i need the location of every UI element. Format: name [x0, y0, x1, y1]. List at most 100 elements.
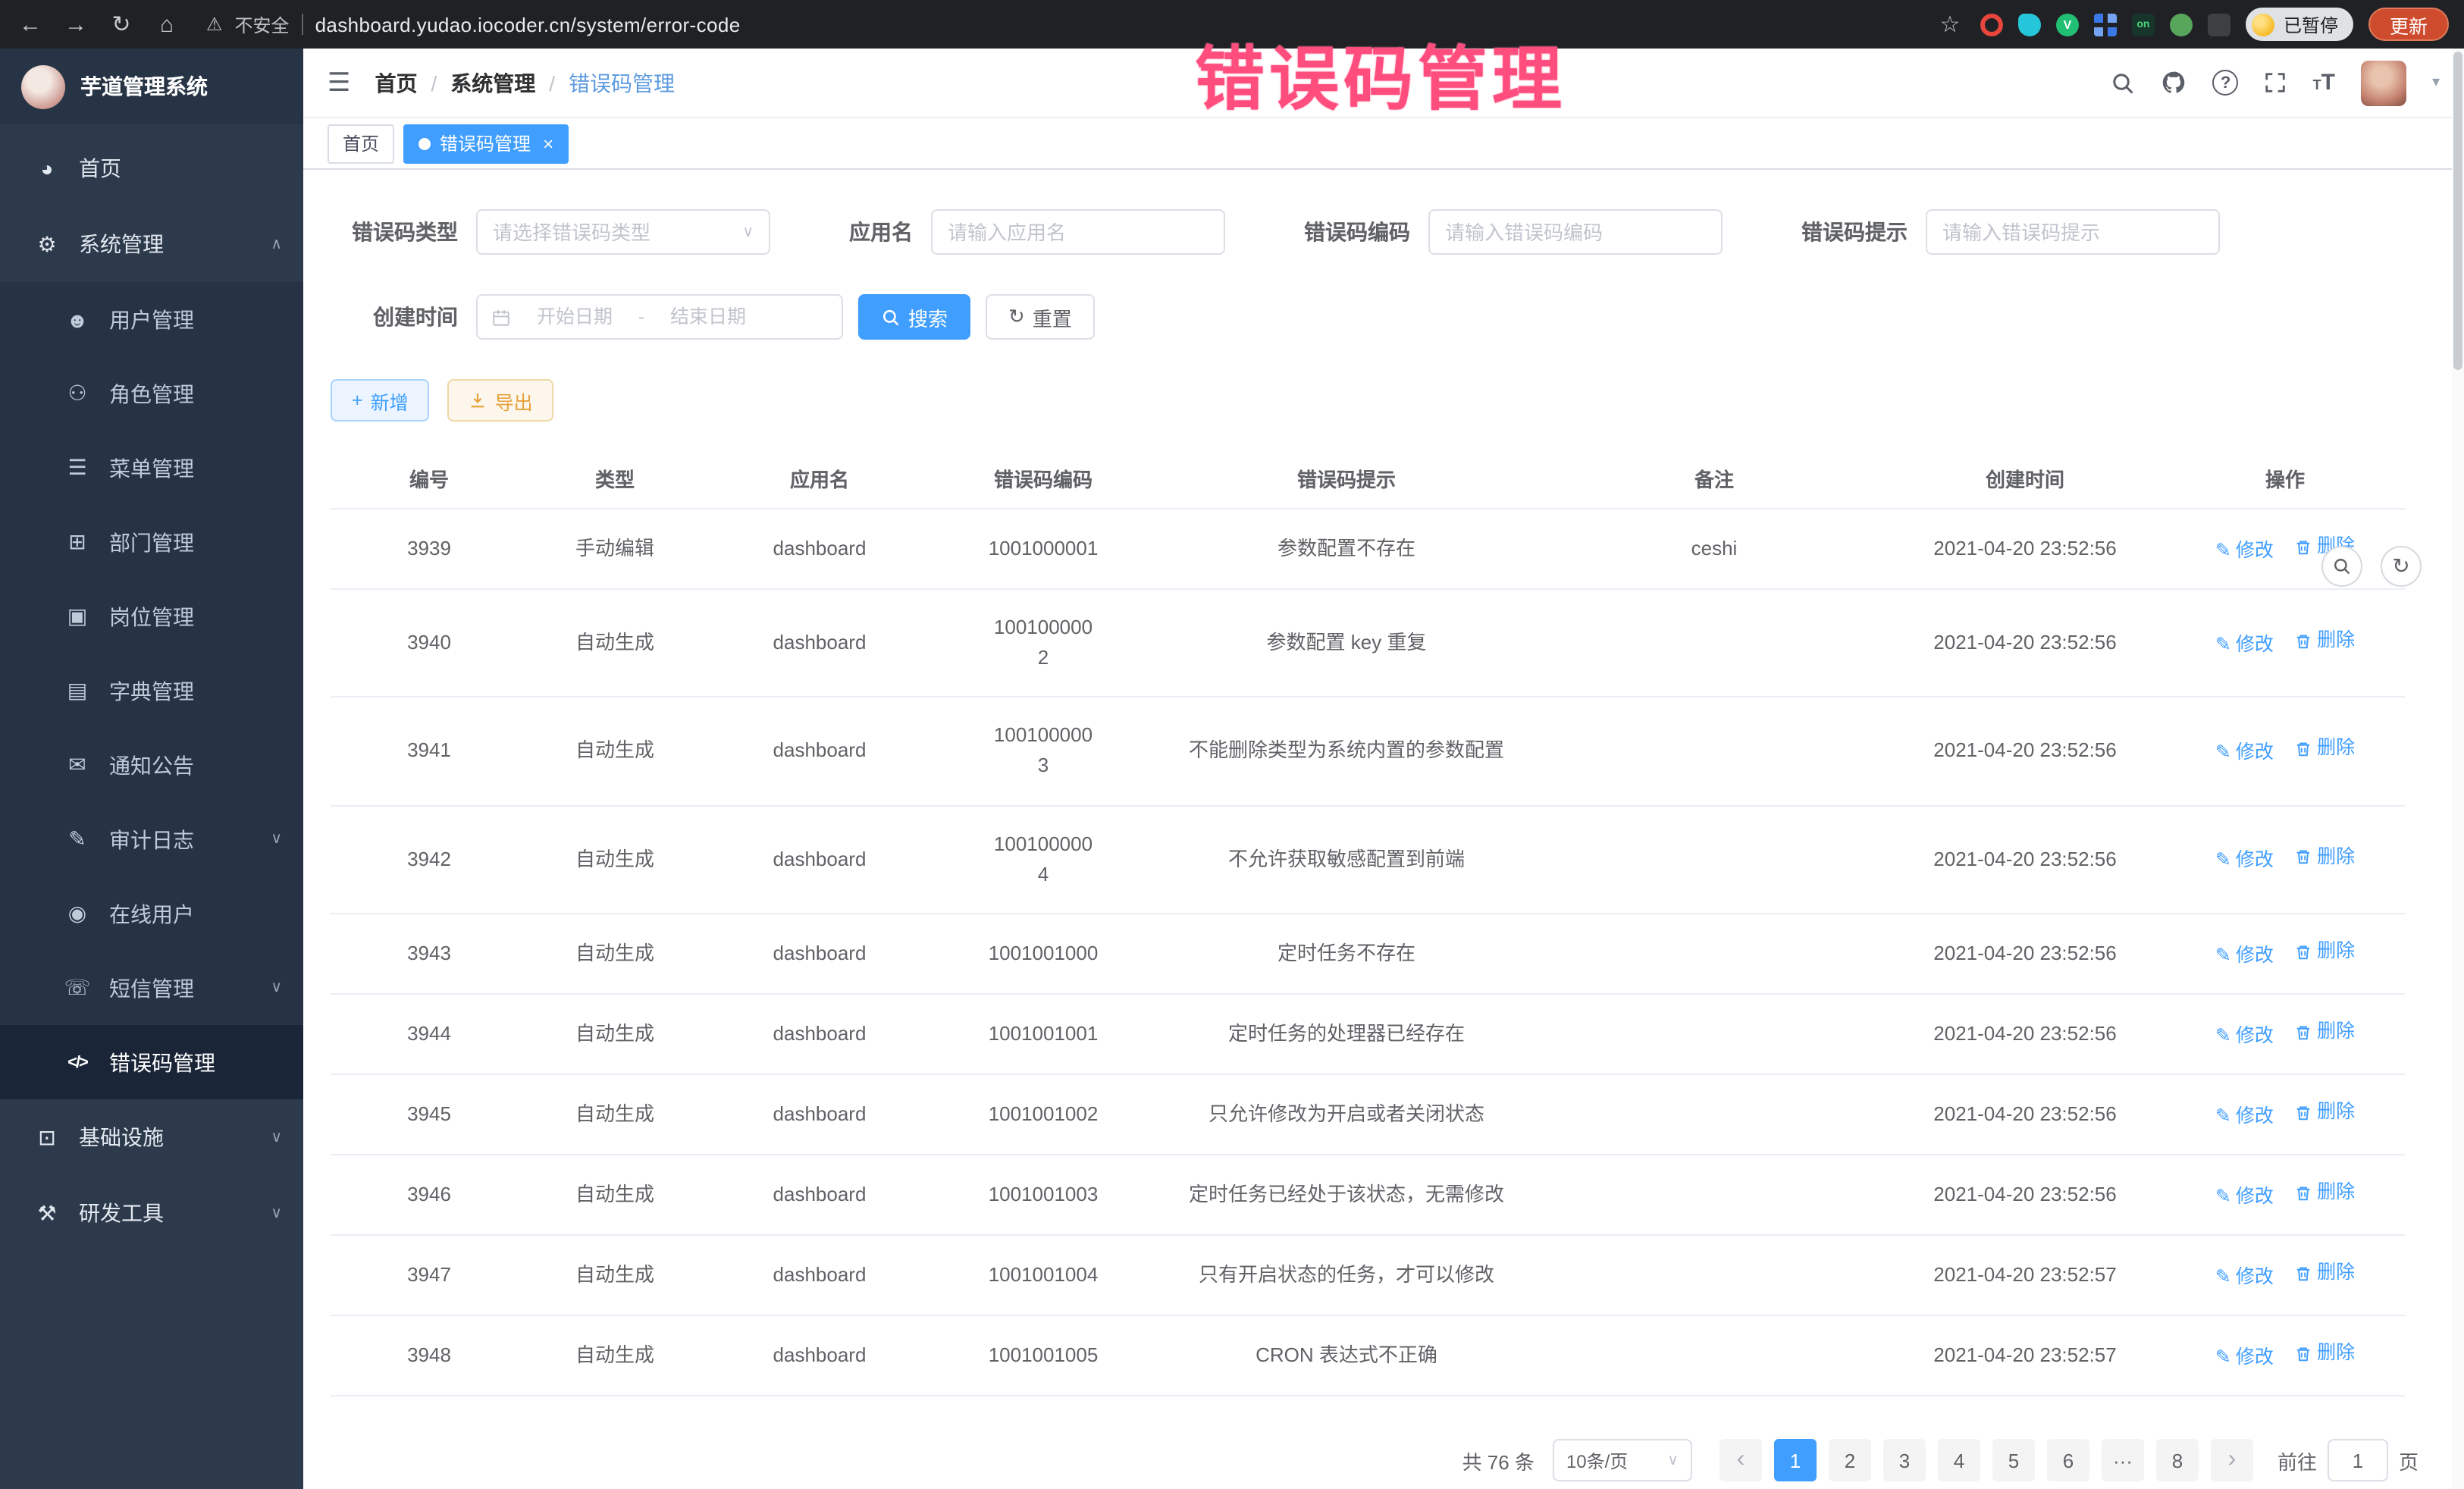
sidebar-item-menu-mgmt[interactable]: ☰ 菜单管理: [0, 431, 303, 505]
sidebar-item-notice[interactable]: ✉ 通知公告: [0, 728, 303, 802]
gear-icon: ⚙: [30, 231, 64, 257]
table-row: 3941 自动生成 dashboard 100100000 3 不能删除类型为系…: [331, 697, 2405, 806]
edit-link[interactable]: ✎ 修改: [2215, 1102, 2274, 1131]
fullscreen-icon[interactable]: [2265, 71, 2287, 94]
browser-update-button[interactable]: 更新: [2368, 8, 2449, 41]
sidebar-item-dept-mgmt[interactable]: ⊞ 部门管理: [0, 505, 303, 579]
page-button[interactable]: 4: [1938, 1440, 1980, 1482]
error-code-input[interactable]: [1428, 209, 1723, 255]
delete-link[interactable]: 删除: [2294, 842, 2355, 872]
delete-link[interactable]: 删除: [2294, 1098, 2355, 1127]
sidebar-item-error-code-mgmt[interactable]: </> 错误码管理: [0, 1025, 303, 1099]
sidebar-item-dev-tools[interactable]: ⚒ 研发工具 ∨: [0, 1175, 303, 1251]
date-range-picker[interactable]: -: [476, 294, 843, 340]
cell-type: 自动生成: [528, 1074, 702, 1155]
delete-link[interactable]: 删除: [2294, 626, 2355, 656]
security-label: 不安全: [235, 11, 290, 37]
sidebar-item-post-mgmt[interactable]: ▣ 岗位管理: [0, 579, 303, 654]
breadcrumb-system[interactable]: 系统管理: [450, 67, 535, 98]
extension-grid-icon[interactable]: [2094, 13, 2117, 36]
sidebar-item-dict-mgmt[interactable]: ▤ 字典管理: [0, 654, 303, 728]
edit-link[interactable]: ✎ 修改: [2215, 1183, 2274, 1212]
page-size-select[interactable]: 10条/页 ∨: [1553, 1440, 1692, 1482]
export-button[interactable]: 导出: [448, 379, 554, 422]
page-button[interactable]: 3: [1883, 1440, 1926, 1482]
sidebar-item-home[interactable]: ◕ 首页: [0, 130, 303, 206]
page-button[interactable]: ···: [2102, 1440, 2144, 1482]
menu-fold-icon[interactable]: ☰: [328, 67, 351, 98]
font-size-icon[interactable]: TT: [2313, 70, 2335, 96]
sidebar-item-role-mgmt[interactable]: ⚇ 角色管理: [0, 356, 303, 431]
page-button[interactable]: 5: [1992, 1440, 2035, 1482]
github-icon[interactable]: [2161, 70, 2187, 96]
sidebar-item-audit-log[interactable]: ✎ 审计日志 ∨: [0, 802, 303, 876]
goto-page-input[interactable]: [2328, 1440, 2388, 1482]
page-button[interactable]: 8: [2156, 1440, 2199, 1482]
page-scrollbar[interactable]: [2452, 49, 2464, 1489]
sidebar-item-user-mgmt[interactable]: ☻ 用户管理: [0, 282, 303, 356]
help-icon[interactable]: ?: [2213, 70, 2239, 96]
logo-bar[interactable]: 芋道管理系统: [0, 49, 303, 124]
sidebar-item-sms-mgmt[interactable]: ☏ 短信管理 ∨: [0, 951, 303, 1025]
delete-link[interactable]: 删除: [2294, 735, 2355, 764]
breadcrumb-home[interactable]: 首页: [375, 67, 418, 98]
extensions-pin-icon[interactable]: [2208, 13, 2230, 36]
cell-remark: [1544, 697, 1885, 806]
tab-error-code-active[interactable]: 错误码管理 ×: [403, 124, 569, 163]
tab-home[interactable]: 首页: [328, 124, 394, 163]
edit-link[interactable]: ✎ 修改: [2215, 941, 2274, 970]
error-type-select-input[interactable]: [493, 221, 733, 243]
edit-link[interactable]: ✎ 修改: [2215, 1021, 2274, 1051]
reload-icon[interactable]: ↻: [106, 9, 136, 39]
address-bar[interactable]: ⚠ 不安全 dashboard.yudao.iocoder.cn/system/…: [206, 11, 741, 37]
delete-link[interactable]: 删除: [2294, 1259, 2355, 1288]
error-type-select[interactable]: ∨: [476, 209, 770, 255]
extension-red-icon[interactable]: [1980, 13, 2003, 36]
extension-leaf-icon[interactable]: [2170, 13, 2193, 36]
edit-link[interactable]: ✎ 修改: [2215, 847, 2274, 876]
delete-link[interactable]: 删除: [2294, 1017, 2355, 1047]
extension-on-badge-icon[interactable]: on: [2132, 13, 2155, 36]
browser-home-icon[interactable]: ⌂: [152, 9, 182, 39]
reset-button[interactable]: ↻ 重置: [986, 294, 1095, 340]
end-date-input[interactable]: [650, 306, 766, 328]
edit-link[interactable]: ✎ 修改: [2215, 631, 2274, 660]
table-header-row: 编号 类型 应用名 错误码编码 错误码提示 备注 创建时间 操作: [331, 449, 2405, 509]
sidebar-item-online-users[interactable]: ◉ 在线用户: [0, 876, 303, 951]
back-icon[interactable]: ←: [15, 9, 45, 39]
scrollbar-thumb[interactable]: [2453, 52, 2462, 370]
search-icon[interactable]: [2111, 71, 2136, 95]
chevron-down-icon: ∨: [271, 980, 282, 996]
page-button[interactable]: 6: [2047, 1440, 2089, 1482]
app-name-input[interactable]: [931, 209, 1225, 255]
extension-teal-icon[interactable]: [2018, 13, 2041, 36]
delete-link[interactable]: 删除: [2294, 1339, 2355, 1368]
bookmark-star-icon[interactable]: ☆: [1935, 9, 1965, 39]
next-page-button[interactable]: ›: [2211, 1440, 2253, 1482]
sidebar-item-system-mgmt[interactable]: ⚙ 系统管理 ∧: [0, 206, 303, 282]
edit-link[interactable]: ✎ 修改: [2215, 1263, 2274, 1293]
edit-link[interactable]: ✎ 修改: [2215, 1343, 2274, 1373]
delete-link[interactable]: 删除: [2294, 1178, 2355, 1208]
edit-link[interactable]: ✎ 修改: [2215, 536, 2274, 566]
start-date-input[interactable]: [517, 306, 632, 328]
close-tab-icon[interactable]: ×: [543, 133, 553, 154]
user-avatar[interactable]: [2361, 60, 2406, 105]
page-button[interactable]: 1: [1774, 1440, 1817, 1482]
page-button[interactable]: 2: [1829, 1440, 1871, 1482]
prev-page-button[interactable]: ‹: [1719, 1440, 1762, 1482]
profile-paused-chip[interactable]: 已暂停: [2246, 8, 2353, 41]
extension-green-check-icon[interactable]: V: [2056, 13, 2079, 36]
toggle-search-icon[interactable]: [2321, 546, 2362, 587]
forward-icon[interactable]: →: [61, 9, 91, 39]
edit-link[interactable]: ✎ 修改: [2215, 738, 2274, 768]
delete-link[interactable]: 删除: [2294, 937, 2355, 967]
avatar-caret-down-icon[interactable]: ▾: [2432, 74, 2440, 91]
refresh-table-icon[interactable]: ↻: [2381, 546, 2422, 587]
sidebar-item-infrastructure[interactable]: ⊡ 基础设施 ∨: [0, 1099, 303, 1175]
error-hint-input[interactable]: [1926, 209, 2220, 255]
cell-id: 3946: [331, 1155, 528, 1235]
add-button[interactable]: + 新增: [331, 379, 430, 422]
search-button[interactable]: 搜索: [858, 294, 970, 340]
url-text[interactable]: dashboard.yudao.iocoder.cn/system/error-…: [315, 13, 741, 36]
